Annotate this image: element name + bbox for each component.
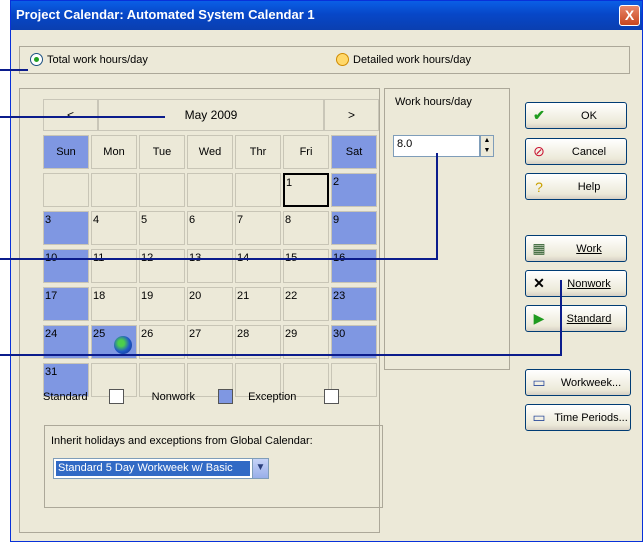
next-month-button[interactable]: > xyxy=(324,99,379,131)
detailed-hours-label: Detailed work hours/day xyxy=(353,53,472,66)
day-cell[interactable]: 16 xyxy=(331,249,377,283)
day-cell[interactable]: 15 xyxy=(283,249,329,283)
month-label: May 2009 xyxy=(98,99,324,131)
title-bar: Project Calendar: Automated System Calen… xyxy=(11,1,642,30)
legend-standard-swatch xyxy=(108,389,124,404)
day-cell[interactable]: 1 xyxy=(283,173,329,207)
day-cell[interactable]: 11 xyxy=(91,249,137,283)
legend-standard-label: Standard xyxy=(43,390,88,403)
ok-label: OK xyxy=(581,109,597,122)
cancel-button[interactable]: ⊘ Cancel xyxy=(525,138,627,165)
work-label: Work xyxy=(576,242,602,255)
hours-mode-group: Total work hours/day Detailed work hours… xyxy=(19,46,630,74)
day-cell[interactable]: 9 xyxy=(331,211,377,245)
detailed-hours-radio[interactable]: Detailed work hours/day xyxy=(336,53,471,66)
calendar-work-icon: ▦ xyxy=(532,240,546,256)
legend: Standard Nonwork Exception xyxy=(43,389,340,404)
help-icon: ? xyxy=(535,178,543,195)
radio-unselected-icon xyxy=(336,53,349,66)
monitor-icon: ▭ xyxy=(532,374,546,390)
calendar-panel: < May 2009 > Sun Mon Tue Wed Thr Fri Sat… xyxy=(19,88,383,533)
nonwork-button[interactable]: ✕ Nonwork xyxy=(525,270,627,297)
help-button[interactable]: ? Help xyxy=(525,173,627,200)
callout-line xyxy=(560,280,562,356)
day-cell[interactable]: 17 xyxy=(43,287,89,321)
work-hours-label: Work hours/day xyxy=(395,96,472,108)
callout-line xyxy=(0,258,438,260)
legend-exception-swatch xyxy=(324,389,340,404)
work-hours-panel: Work hours/day 8.0 ▲ ▼ xyxy=(384,88,510,370)
day-cell[interactable]: 5 xyxy=(139,211,185,245)
time-periods-label: Time Periods... xyxy=(554,411,628,424)
day-cell[interactable]: 6 xyxy=(187,211,233,245)
legend-nonwork-swatch xyxy=(218,389,234,404)
callout-line xyxy=(0,69,28,71)
ok-button[interactable]: ✔ OK xyxy=(525,102,627,129)
time-periods-button[interactable]: ▭ Time Periods... xyxy=(525,404,631,431)
cancel-label: Cancel xyxy=(571,145,607,158)
day-cell-empty xyxy=(235,173,281,207)
workweek-button[interactable]: ▭ Workweek... xyxy=(525,369,631,396)
workweek-label: Workweek... xyxy=(560,376,622,389)
legend-nonwork-label: Nonwork xyxy=(151,390,196,403)
day-cell[interactable]: 20 xyxy=(187,287,233,321)
standard-label: Standard xyxy=(566,312,612,325)
day-header: Sat xyxy=(331,135,377,169)
callout-line xyxy=(0,354,562,356)
day-cell[interactable]: 22 xyxy=(283,287,329,321)
day-cell[interactable]: 23 xyxy=(331,287,377,321)
standard-button[interactable]: ▶ Standard xyxy=(525,305,627,332)
prev-month-button[interactable]: < xyxy=(43,99,98,131)
global-calendar-select[interactable]: Standard 5 Day Workweek w/ Basic ▼ xyxy=(53,458,269,479)
day-cell[interactable]: 4 xyxy=(91,211,137,245)
cancel-icon: ⊘ xyxy=(533,143,545,159)
day-cell[interactable]: 21 xyxy=(235,287,281,321)
day-header: Fri xyxy=(283,135,329,169)
day-cell[interactable]: 2 xyxy=(331,173,377,207)
day-cell[interactable]: 7 xyxy=(235,211,281,245)
day-cell[interactable]: 3 xyxy=(43,211,89,245)
day-number: 25 xyxy=(93,328,106,340)
day-cell[interactable]: 19 xyxy=(139,287,185,321)
monitor-icon: ▭ xyxy=(532,409,546,425)
close-button[interactable]: X xyxy=(619,5,640,26)
day-cell[interactable]: 13 xyxy=(187,249,233,283)
month-navigation: < May 2009 > xyxy=(43,99,379,131)
day-cell-empty xyxy=(187,173,233,207)
inherit-label: Inherit holidays and exceptions from Glo… xyxy=(51,435,313,447)
day-header: Sun xyxy=(43,135,89,169)
x-icon: ✕ xyxy=(533,275,545,291)
help-label: Help xyxy=(577,180,601,193)
global-calendar-value: Standard 5 Day Workweek w/ Basic xyxy=(56,461,250,476)
day-cell[interactable]: 12 xyxy=(139,249,185,283)
day-cell-empty xyxy=(139,173,185,207)
day-cell[interactable]: 14 xyxy=(235,249,281,283)
day-cell-empty xyxy=(43,173,89,207)
day-cell[interactable]: 8 xyxy=(283,211,329,245)
work-hours-spinner[interactable]: ▲ ▼ xyxy=(480,135,494,157)
total-hours-radio[interactable]: Total work hours/day xyxy=(30,53,148,66)
legend-exception-label: Exception xyxy=(248,390,297,403)
callout-line xyxy=(0,116,165,118)
checkmark-icon: ✔ xyxy=(533,107,545,123)
day-cell-empty xyxy=(91,173,137,207)
work-button[interactable]: ▦ Work xyxy=(525,235,627,262)
day-cell[interactable]: 10 xyxy=(43,249,89,283)
day-cell[interactable]: 18 xyxy=(91,287,137,321)
play-icon: ▶ xyxy=(533,310,545,326)
day-header: Tue xyxy=(139,135,185,169)
day-header: Thr xyxy=(235,135,281,169)
radio-selected-icon xyxy=(30,53,43,66)
window-title: Project Calendar: Automated System Calen… xyxy=(16,7,315,22)
nonwork-label: Nonwork xyxy=(567,277,611,290)
callout-line xyxy=(436,153,438,260)
globe-icon xyxy=(114,336,132,354)
day-header: Wed xyxy=(187,135,233,169)
calendar-dialog: Project Calendar: Automated System Calen… xyxy=(10,0,643,542)
total-hours-label: Total work hours/day xyxy=(47,53,148,66)
chevron-down-icon[interactable]: ▼ xyxy=(252,459,268,478)
day-header: Mon xyxy=(91,135,137,169)
inherit-group: Inherit holidays and exceptions from Glo… xyxy=(44,425,383,508)
